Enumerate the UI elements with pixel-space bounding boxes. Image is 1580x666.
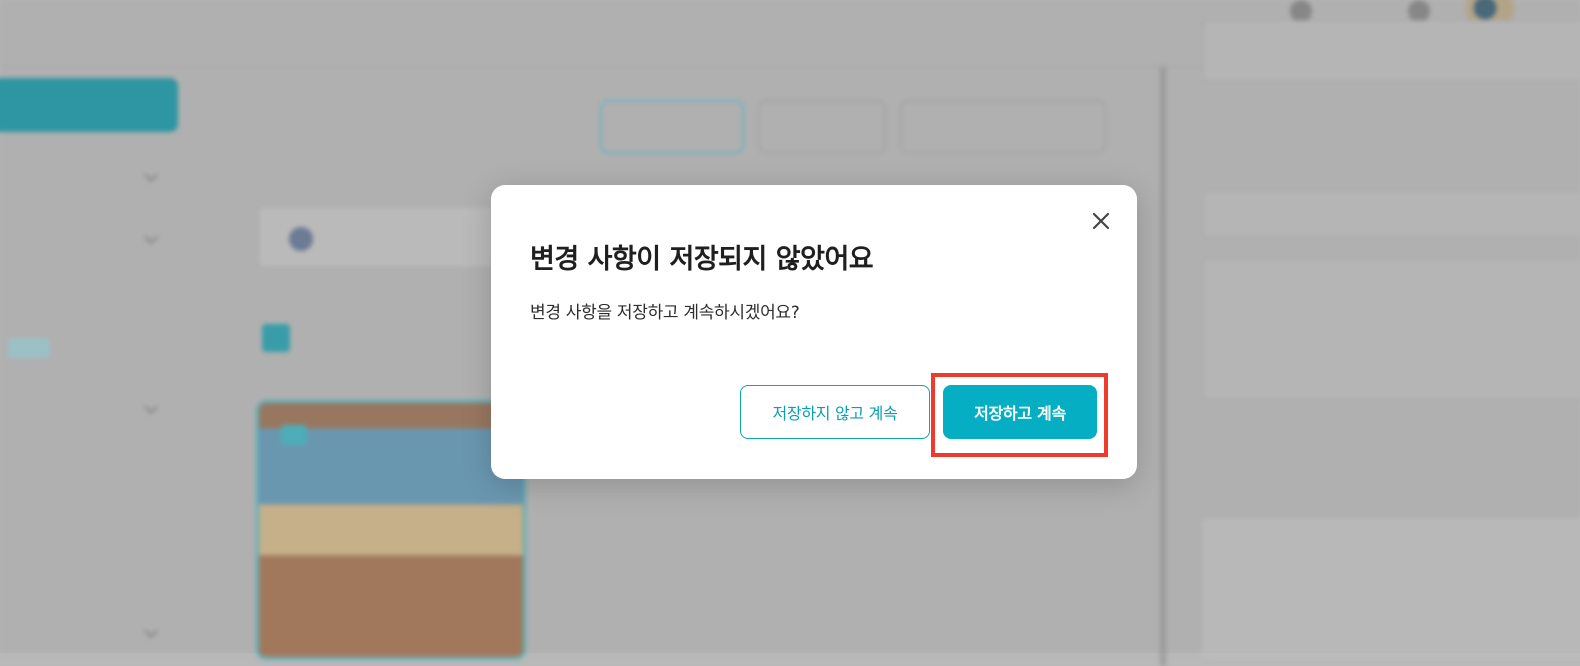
save-and-continue-button[interactable]: 저장하고 계속 — [943, 385, 1097, 439]
close-icon — [1092, 212, 1110, 230]
dialog-message: 변경 사항을 저장하고 계속하시겠어요? — [530, 303, 800, 323]
close-button[interactable] — [1085, 205, 1117, 237]
unsaved-changes-dialog: 변경 사항이 저장되지 않았어요 변경 사항을 저장하고 계속하시겠어요? 저장… — [491, 185, 1137, 479]
continue-without-saving-button[interactable]: 저장하지 않고 계속 — [740, 385, 930, 439]
dialog-title: 변경 사항이 저장되지 않았어요 — [530, 244, 874, 275]
